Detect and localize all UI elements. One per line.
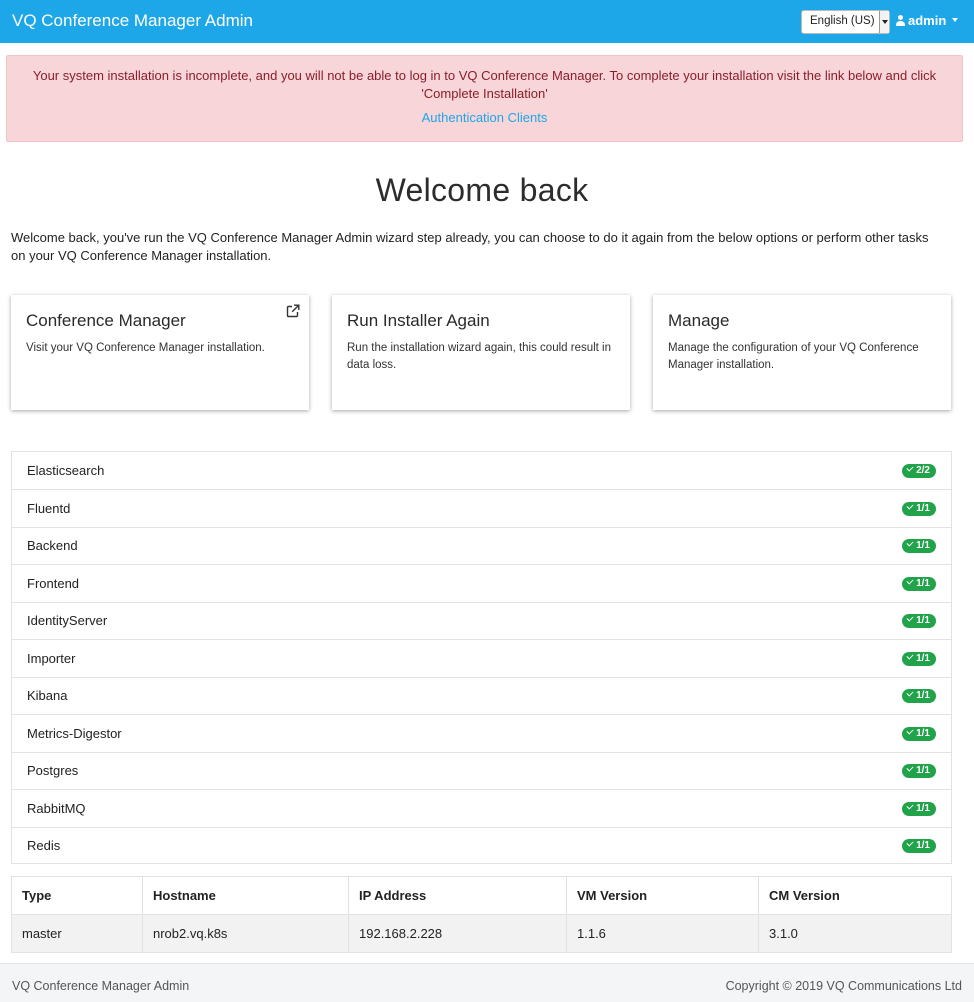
check-icon — [906, 651, 914, 660]
footer: VQ Conference Manager Admin Copyright © … — [0, 963, 974, 1002]
node-table: Type Hostname IP Address VM Version CM V… — [11, 876, 952, 953]
status-badge: 1/1 — [902, 651, 936, 666]
service-row-rabbitmq: RabbitMQ 1/1 — [12, 790, 951, 828]
service-name: Metrics-Digestor — [27, 725, 122, 741]
card-description: Visit your VQ Conference Manager install… — [26, 342, 265, 354]
status-badge: 1/1 — [902, 576, 936, 591]
column-header-cm-version: CM Version — [758, 876, 952, 915]
service-name: Kibana — [27, 688, 68, 703]
language-select[interactable]: English (US) — [801, 10, 890, 34]
status-badge: 1/1 — [902, 726, 936, 741]
user-name: admin — [908, 13, 947, 28]
service-row-importer: Importer 1/1 — [12, 640, 951, 678]
status-badge-text: 1/1 — [916, 690, 930, 701]
check-icon — [906, 464, 914, 472]
status-badge: 1/1 — [902, 501, 936, 516]
status-badge: 1/1 — [902, 801, 936, 816]
service-name: Postgres — [27, 763, 79, 778]
manage-card[interactable]: Manage Manage the configuration of your … — [653, 295, 951, 410]
service-name: IdentityServer — [27, 613, 108, 628]
service-row-fluentd: Fluentd 1/1 — [12, 490, 951, 528]
footer-app-name: VQ Conference Manager Admin — [12, 979, 190, 993]
status-badge-text: 1/1 — [916, 727, 930, 739]
cell-type: master — [11, 914, 143, 953]
service-row-backend: Backend 1/1 — [12, 527, 951, 565]
status-badge-text: 1/1 — [916, 615, 930, 626]
service-row-frontend: Frontend 1/1 — [12, 565, 951, 603]
chevron-down-icon — [879, 11, 889, 33]
cell-cm-version: 3.1.0 — [758, 914, 952, 953]
service-row-metrics-digestor: Metrics-Digestor 1/1 — [12, 715, 951, 753]
status-badge-text: 1/1 — [916, 840, 930, 851]
user-menu[interactable]: admin — [896, 13, 959, 28]
check-icon — [906, 801, 914, 810]
status-badge-text: 1/1 — [916, 765, 930, 776]
status-badge: 1/1 — [902, 539, 936, 553]
language-select-value: English (US) — [810, 15, 875, 27]
card-title: Conference Manager — [26, 311, 186, 330]
external-link-icon — [286, 304, 300, 318]
cell-vm-version: 1.1.6 — [566, 914, 759, 953]
check-icon — [906, 614, 914, 622]
status-badge-text: 1/1 — [916, 802, 930, 814]
status-badge: 1/1 — [902, 764, 936, 778]
services-list: Elasticsearch 2/2 Fluentd 1/1 Backend 1/… — [11, 451, 952, 864]
service-row-kibana: Kibana 1/1 — [12, 677, 951, 715]
user-icon — [896, 15, 905, 26]
cell-ip-address: 192.168.2.228 — [348, 914, 567, 953]
service-name: Importer — [27, 650, 76, 666]
service-row-identityserver: IdentityServer 1/1 — [12, 602, 951, 640]
status-badge: 1/1 — [902, 614, 936, 628]
service-name: Backend — [27, 538, 78, 553]
service-name: Redis — [27, 838, 61, 853]
column-header-type: Type — [11, 876, 143, 915]
status-badge-text: 1/1 — [916, 577, 930, 589]
service-row-postgres: Postgres 1/1 — [12, 752, 951, 790]
status-badge-text: 1/1 — [916, 652, 930, 664]
footer-copyright: Copyright © 2019 VQ Communications Ltd — [725, 979, 962, 993]
status-badge: 1/1 — [902, 689, 936, 703]
welcome-text: Welcome back, you've run the VQ Conferen… — [11, 230, 929, 263]
service-name: Fluentd — [27, 500, 71, 516]
service-name: Elasticsearch — [27, 463, 105, 478]
brand-title[interactable]: VQ Conference Manager Admin — [12, 11, 253, 31]
service-name: Frontend — [27, 575, 80, 591]
status-badge: 1/1 — [902, 839, 936, 853]
column-header-vm-version: VM Version — [566, 876, 759, 915]
card-title: Run Installer Again — [347, 311, 490, 330]
service-name: RabbitMQ — [27, 800, 86, 816]
check-icon — [906, 539, 914, 547]
card-title: Manage — [668, 311, 730, 330]
caret-down-icon — [952, 18, 959, 22]
alert-message: Your system installation is incomplete, … — [32, 68, 937, 101]
check-icon — [906, 726, 914, 735]
card-description: Run the installation wizard again, this … — [347, 342, 612, 371]
page-title: Welcome back — [375, 172, 589, 208]
check-icon — [906, 764, 914, 772]
column-header-ip-address: IP Address — [348, 876, 567, 915]
card-description: Manage the configuration of your VQ Conf… — [668, 342, 919, 371]
run-installer-card[interactable]: Run Installer Again Run the installation… — [332, 295, 630, 410]
check-icon — [906, 501, 914, 510]
service-row-elasticsearch: Elasticsearch 2/2 — [12, 452, 951, 490]
table-header-row: Type Hostname IP Address VM Version CM V… — [11, 876, 952, 915]
conference-manager-card[interactable]: Conference Manager Visit your VQ Confere… — [11, 295, 309, 410]
column-header-hostname: Hostname — [142, 876, 349, 915]
service-row-redis: Redis 1/1 — [12, 827, 951, 865]
cell-hostname: nrob2.vq.k8s — [142, 914, 349, 953]
installation-alert: Your system installation is incomplete, … — [6, 55, 963, 142]
check-icon — [906, 689, 914, 697]
check-icon — [906, 839, 914, 847]
status-badge-text: 1/1 — [916, 540, 930, 551]
top-navbar: VQ Conference Manager Admin English (US)… — [0, 0, 974, 43]
table-row: master nrob2.vq.k8s 192.168.2.228 1.1.6 … — [11, 914, 952, 953]
authentication-clients-link[interactable]: Authentication Clients — [7, 110, 962, 125]
status-badge-text: 2/2 — [916, 465, 930, 476]
status-badge-text: 1/1 — [916, 502, 930, 514]
check-icon — [906, 576, 914, 585]
status-badge: 2/2 — [902, 464, 936, 478]
